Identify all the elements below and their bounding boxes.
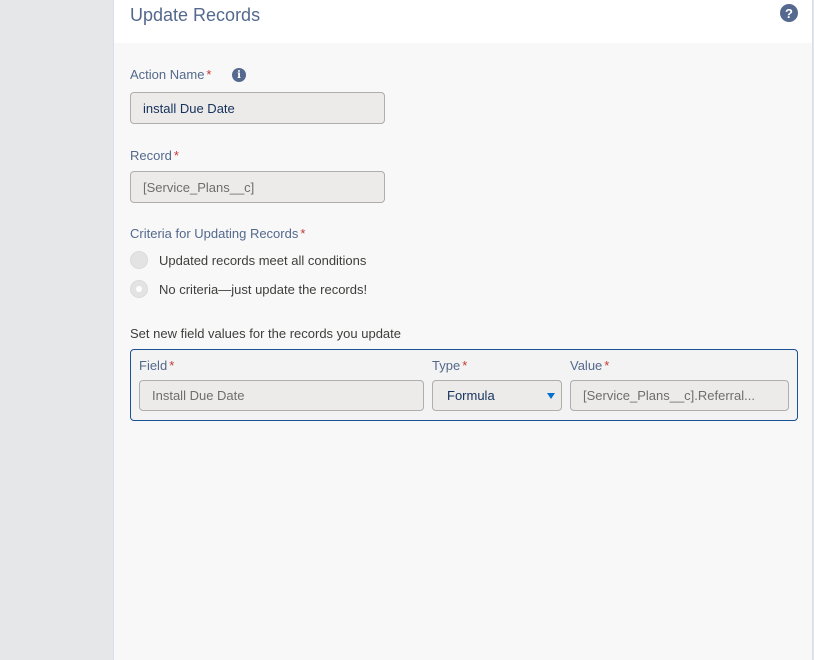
value-label-text: Value — [570, 358, 603, 373]
radio-label: No criteria—just update the records! — [159, 281, 368, 297]
required-marker: * — [169, 358, 175, 373]
left-rail — [0, 0, 114, 660]
field-value-row: Field * Type * Value * Install Due Date For… — [130, 349, 798, 421]
field-value: Install Due Date — [152, 388, 245, 403]
field-values-section-label: Set new field values for the records you… — [130, 326, 401, 341]
required-marker: * — [206, 67, 212, 82]
chevron-down-icon — [547, 393, 555, 399]
record-label-text: Record — [130, 148, 172, 163]
required-marker: * — [462, 358, 468, 373]
panel-header: Update Records ? — [114, 0, 812, 43]
field-column-label: Field * — [139, 358, 174, 373]
required-marker: * — [173, 148, 179, 163]
action-name-label-text: Action Name — [130, 67, 205, 82]
radio-label: Updated records meet all conditions — [159, 252, 367, 268]
radio-button-selected[interactable] — [130, 280, 148, 298]
value-input[interactable]: [Service_Plans__c].Referral... — [570, 380, 789, 411]
criteria-label: Criteria for Updating Records * — [130, 226, 305, 241]
panel-title: Update Records — [130, 5, 261, 25]
criteria-option-no-criteria[interactable]: No criteria—just update the records! — [130, 280, 367, 298]
update-records-panel: Update Records ? Action Name * i install … — [114, 0, 813, 660]
action-name-value: install Due Date — [143, 100, 235, 116]
type-label-text: Type — [432, 358, 461, 373]
radio-button[interactable] — [130, 251, 148, 269]
record-value: [Service_Plans__c] — [143, 179, 255, 195]
required-marker: * — [604, 358, 610, 373]
required-marker: * — [300, 226, 306, 241]
type-select[interactable]: Formula — [432, 380, 562, 411]
help-icon[interactable]: ? — [780, 4, 798, 22]
value-column-label: Value * — [570, 358, 609, 373]
criteria-label-text: Criteria for Updating Records — [130, 226, 299, 241]
action-name-input[interactable]: install Due Date — [130, 92, 385, 124]
record-input[interactable]: [Service_Plans__c] — [130, 171, 385, 203]
type-column-label: Type * — [432, 358, 467, 373]
field-input[interactable]: Install Due Date — [139, 380, 424, 411]
field-label-text: Field — [139, 358, 168, 373]
action-name-label: Action Name * — [130, 67, 211, 82]
record-label: Record * — [130, 148, 179, 163]
type-value: Formula — [447, 388, 495, 403]
criteria-option-all-conditions[interactable]: Updated records meet all conditions — [130, 251, 366, 269]
value-value: [Service_Plans__c].Referral... — [583, 388, 755, 403]
info-icon[interactable]: i — [232, 68, 246, 82]
